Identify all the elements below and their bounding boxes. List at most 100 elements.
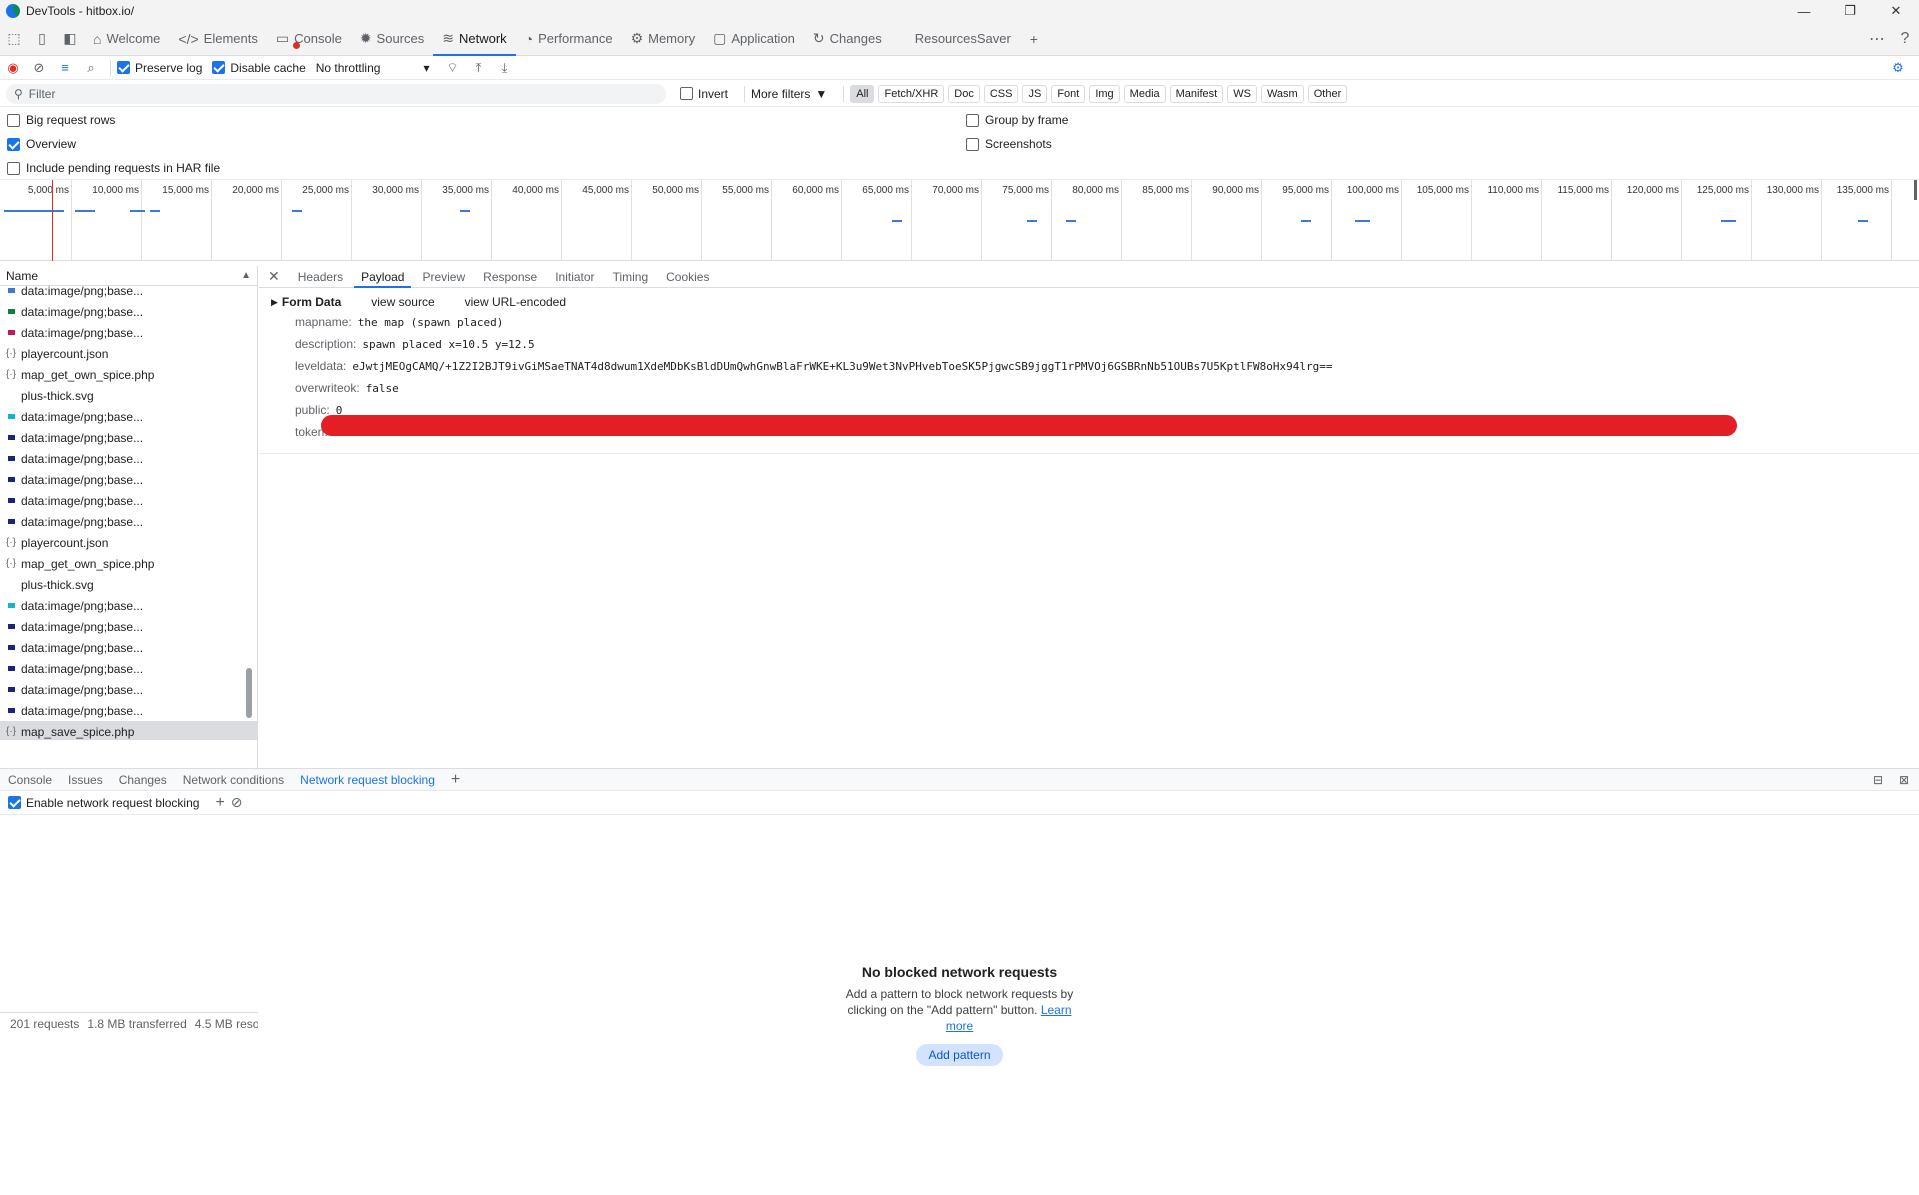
filter-chip-fetchxhr[interactable]: Fetch/XHR	[878, 84, 945, 103]
request-row[interactable]: data:image/png;base...	[0, 427, 257, 448]
add-tab-icon[interactable]: +	[1020, 25, 1048, 53]
detail-tab-payload[interactable]: Payload	[352, 266, 413, 288]
request-row[interactable]: {·} playercount.json	[0, 343, 257, 364]
view-source-link[interactable]: view source	[371, 295, 434, 309]
tab-performance[interactable]: ◔ Performance	[516, 22, 622, 56]
disable-cache-checkbox[interactable]: Disable cache	[212, 61, 306, 75]
big-request-rows-checkbox[interactable]: Big request rows	[7, 113, 115, 127]
dock-drawer-icon[interactable]: ⊟	[1873, 773, 1883, 787]
overview-right-handle[interactable]	[1914, 180, 1917, 200]
throttling-select[interactable]: No throttling ▾	[316, 61, 430, 75]
filter-chip-css[interactable]: CSS	[983, 84, 1019, 103]
request-row[interactable]: data:image/png;base...	[0, 406, 257, 427]
expand-triangle-icon[interactable]: ▶	[271, 297, 278, 308]
filter-chip-js[interactable]: JS	[1022, 84, 1048, 103]
add-pattern-button[interactable]: Add pattern	[916, 1044, 1003, 1066]
group-by-frame-checkbox[interactable]: Group by frame	[966, 113, 1068, 127]
network-overview-timeline[interactable]: 5,000 ms 10,000 ms 15,000 ms 20,000 ms 25,00…	[0, 180, 1919, 261]
add-drawer-tab-icon[interactable]: +	[451, 771, 460, 789]
detail-tab-preview[interactable]: Preview	[413, 266, 474, 288]
view-url-encoded-link[interactable]: view URL-encoded	[465, 295, 566, 309]
filter-chip-wasm[interactable]: Wasm	[1260, 84, 1304, 103]
detail-tab-timing[interactable]: Timing	[604, 266, 658, 288]
request-row[interactable]: {·} playercount.json	[0, 532, 257, 553]
import-har-icon[interactable]: ⤒	[465, 57, 491, 79]
checkbox-box[interactable]	[117, 61, 130, 74]
checkbox-box[interactable]	[680, 87, 693, 100]
close-drawer-icon[interactable]: ⊠	[1899, 773, 1909, 787]
request-row[interactable]: data:image/png;base...	[0, 595, 257, 616]
preserve-log-checkbox[interactable]: Preserve log	[117, 61, 202, 75]
filter-chip-doc[interactable]: Doc	[948, 84, 980, 103]
close-detail-icon[interactable]: ✕	[259, 266, 289, 288]
tab-sources[interactable]: ✹ Sources	[351, 22, 433, 56]
enable-blocking-checkbox[interactable]: Enable network request blocking	[8, 796, 199, 810]
include-pending-har-checkbox[interactable]: Include pending requests in HAR file	[7, 161, 220, 175]
overview-checkbox[interactable]: Overview	[7, 137, 76, 151]
request-row[interactable]: plus-thick.svg	[0, 385, 257, 406]
filter-input[interactable]: ⚲ Filter	[6, 83, 666, 104]
tab-console[interactable]: ▭ Console	[267, 22, 351, 56]
screenshots-checkbox[interactable]: Screenshots	[966, 137, 1052, 151]
tab-changes[interactable]: ↻ Changes	[804, 22, 891, 56]
more-options-icon[interactable]: ⋯	[1863, 29, 1891, 49]
minimize-icon[interactable]: —	[1781, 0, 1827, 22]
detail-tab-cookies[interactable]: Cookies	[657, 266, 718, 288]
checkbox-box[interactable]	[966, 113, 979, 127]
request-row[interactable]: data:image/png;base...	[0, 679, 257, 700]
request-row[interactable]: {·} map_get_own_spice.php	[0, 364, 257, 385]
tab-resourcessaver[interactable]: ResourcesSaver	[891, 22, 1020, 56]
tab-elements[interactable]: </> Elements	[169, 22, 266, 56]
close-icon[interactable]: ✕	[1873, 0, 1919, 22]
dock-sidebar-icon[interactable]: ◧	[56, 25, 84, 53]
invert-checkbox[interactable]: Invert	[680, 87, 728, 101]
settings-gear-icon[interactable]: ⚙	[1885, 57, 1911, 79]
detail-tab-headers[interactable]: Headers	[289, 266, 352, 288]
drawer-tab-network-conditions[interactable]: Network conditions	[175, 769, 292, 791]
filter-chip-ws[interactable]: WS	[1227, 84, 1257, 103]
drawer-tab-changes[interactable]: Changes	[111, 769, 175, 791]
request-row[interactable]: data:image/png;base...	[0, 637, 257, 658]
detail-tab-response[interactable]: Response	[474, 266, 546, 288]
tab-application[interactable]: ▢ Application	[704, 22, 804, 56]
drawer-tab-issues[interactable]: Issues	[60, 769, 111, 791]
clear-patterns-icon[interactable]: ⊘	[231, 794, 243, 811]
request-row[interactable]: data:image/png;base...	[0, 658, 257, 679]
request-row[interactable]: data:image/png;base...	[0, 322, 257, 343]
request-row[interactable]: plus-thick.svg	[0, 574, 257, 595]
restore-icon[interactable]: ❐	[1827, 0, 1873, 22]
filter-chip-other[interactable]: Other	[1307, 84, 1348, 103]
request-row[interactable]: {·} map_get_own_spice.php	[0, 553, 257, 574]
clear-icon[interactable]: ⊘	[26, 57, 52, 79]
request-row[interactable]: data:image/png;base...	[0, 700, 257, 721]
filter-chip-img[interactable]: Img	[1089, 84, 1120, 103]
device-toggle-icon[interactable]: ▯	[28, 25, 56, 53]
detail-tab-initiator[interactable]: Initiator	[546, 266, 603, 288]
checkbox-box[interactable]	[8, 796, 21, 809]
checkbox-box[interactable]	[7, 161, 20, 175]
checkbox-box[interactable]	[212, 61, 226, 74]
search-icon[interactable]: ⌕	[78, 57, 104, 79]
add-pattern-plus-icon[interactable]: +	[215, 794, 224, 812]
form-data-header[interactable]: ▶ Form Data view source view URL-encoded	[271, 293, 1919, 311]
tab-memory[interactable]: ⚙ Memory	[622, 22, 705, 56]
more-filters-dropdown[interactable]: More filters ▼	[751, 87, 827, 101]
request-row[interactable]: data:image/png;base...	[0, 511, 257, 532]
help-icon[interactable]: ?	[1891, 30, 1919, 48]
checkbox-box[interactable]	[7, 137, 20, 151]
request-row[interactable]: data:image/png;base...	[0, 301, 257, 322]
request-row[interactable]: data:image/png;base...	[0, 490, 257, 511]
filter-toggle-icon[interactable]: ≡	[52, 57, 78, 79]
drawer-tab-network-request-blocking[interactable]: Network request blocking	[292, 769, 443, 791]
record-icon[interactable]: ◉	[0, 57, 26, 79]
request-row[interactable]: {·} map_save_spice.php	[0, 721, 257, 740]
export-har-icon[interactable]: ⤓	[491, 57, 517, 79]
scrollbar-thumb[interactable]	[246, 668, 252, 718]
request-row[interactable]: data:image/png;base...	[0, 448, 257, 469]
filter-chip-manifest[interactable]: Manifest	[1169, 84, 1224, 103]
request-row[interactable]: data:image/png;base...	[0, 280, 257, 301]
filter-chip-all[interactable]: All	[850, 84, 875, 103]
inspect-icon[interactable]: ⬚	[0, 25, 28, 53]
request-row[interactable]: data:image/png;base...	[0, 616, 257, 637]
filter-chip-font[interactable]: Font	[1051, 84, 1086, 103]
